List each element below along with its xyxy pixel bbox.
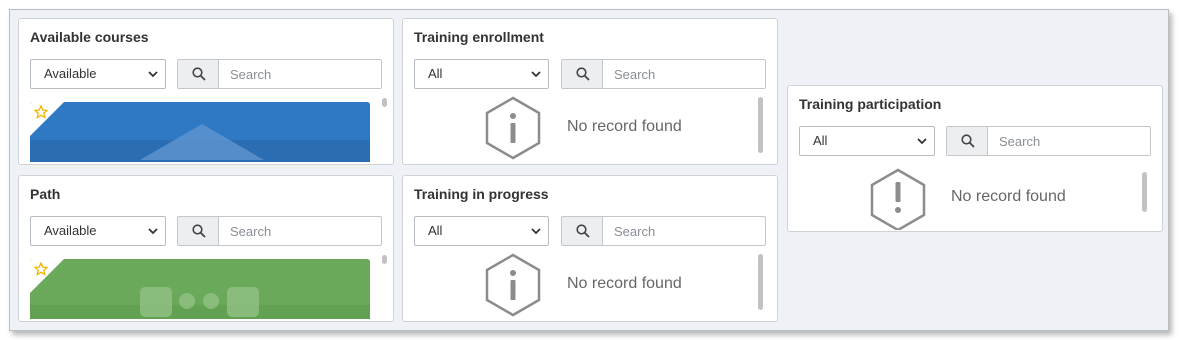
- search-input[interactable]: Search: [230, 67, 271, 82]
- search-icon: [576, 67, 590, 81]
- chevron-down-icon: [917, 138, 927, 145]
- search-button[interactable]: [178, 60, 219, 88]
- search-input[interactable]: Search: [230, 224, 271, 239]
- panel-title: Training in progress: [414, 186, 549, 202]
- search-button[interactable]: [947, 127, 988, 155]
- search-field[interactable]: Search: [561, 216, 766, 246]
- status-filter-value: Available: [44, 223, 97, 238]
- path-card[interactable]: [30, 259, 370, 319]
- empty-state-message: No record found: [567, 118, 682, 135]
- search-icon: [576, 224, 590, 238]
- info-icon: [485, 253, 541, 317]
- dashboard-frame: Available courses Available Search Path …: [9, 9, 1169, 331]
- status-filter-value: All: [428, 66, 443, 81]
- search-icon: [961, 134, 975, 148]
- training-enrollment-panel: Training enrollment All Search No record…: [402, 18, 778, 165]
- star-icon[interactable]: [34, 262, 48, 276]
- path-card-thumbnail: [30, 259, 370, 319]
- search-icon: [192, 67, 206, 81]
- status-filter-select[interactable]: All: [414, 59, 549, 89]
- status-filter-select[interactable]: All: [414, 216, 549, 246]
- star-icon[interactable]: [34, 105, 48, 119]
- search-button[interactable]: [178, 217, 219, 245]
- status-filter-value: All: [813, 133, 828, 148]
- info-icon: [485, 96, 541, 160]
- status-filter-select[interactable]: Available: [30, 59, 166, 89]
- search-input[interactable]: Search: [999, 134, 1040, 149]
- chevron-down-icon: [531, 71, 541, 78]
- training-participation-panel: Training participation All Search No rec…: [787, 85, 1163, 232]
- search-icon: [192, 224, 206, 238]
- scrollbar[interactable]: [1142, 172, 1147, 212]
- status-filter-value: Available: [44, 66, 97, 81]
- chevron-down-icon: [148, 228, 158, 235]
- course-card-thumbnail: [30, 102, 370, 162]
- search-field[interactable]: Search: [177, 59, 382, 89]
- chevron-down-icon: [148, 71, 158, 78]
- panel-title: Training enrollment: [414, 29, 544, 45]
- course-card[interactable]: [30, 102, 370, 162]
- panel-title: Available courses: [30, 29, 149, 45]
- panel-title: Training participation: [799, 96, 942, 112]
- available-courses-panel: Available courses Available Search: [18, 18, 394, 165]
- status-filter-select[interactable]: Available: [30, 216, 166, 246]
- scrollbar[interactable]: [758, 254, 763, 310]
- search-button[interactable]: [562, 217, 603, 245]
- empty-state-message: No record found: [567, 275, 682, 292]
- search-input[interactable]: Search: [614, 224, 655, 239]
- search-input[interactable]: Search: [614, 67, 655, 82]
- status-filter-select[interactable]: All: [799, 126, 935, 156]
- search-field[interactable]: Search: [946, 126, 1151, 156]
- path-panel: Path Available Search: [18, 175, 394, 322]
- search-field[interactable]: Search: [561, 59, 766, 89]
- scrollbar[interactable]: [382, 98, 387, 107]
- exclamation-icon: [870, 168, 926, 230]
- training-in-progress-panel: Training in progress All Search No recor…: [402, 175, 778, 322]
- empty-state-message: No record found: [951, 188, 1066, 205]
- panel-title: Path: [30, 186, 61, 202]
- status-filter-value: All: [428, 223, 443, 238]
- scrollbar[interactable]: [758, 97, 763, 153]
- search-button[interactable]: [562, 60, 603, 88]
- search-field[interactable]: Search: [177, 216, 382, 246]
- scrollbar[interactable]: [382, 255, 387, 264]
- chevron-down-icon: [531, 228, 541, 235]
